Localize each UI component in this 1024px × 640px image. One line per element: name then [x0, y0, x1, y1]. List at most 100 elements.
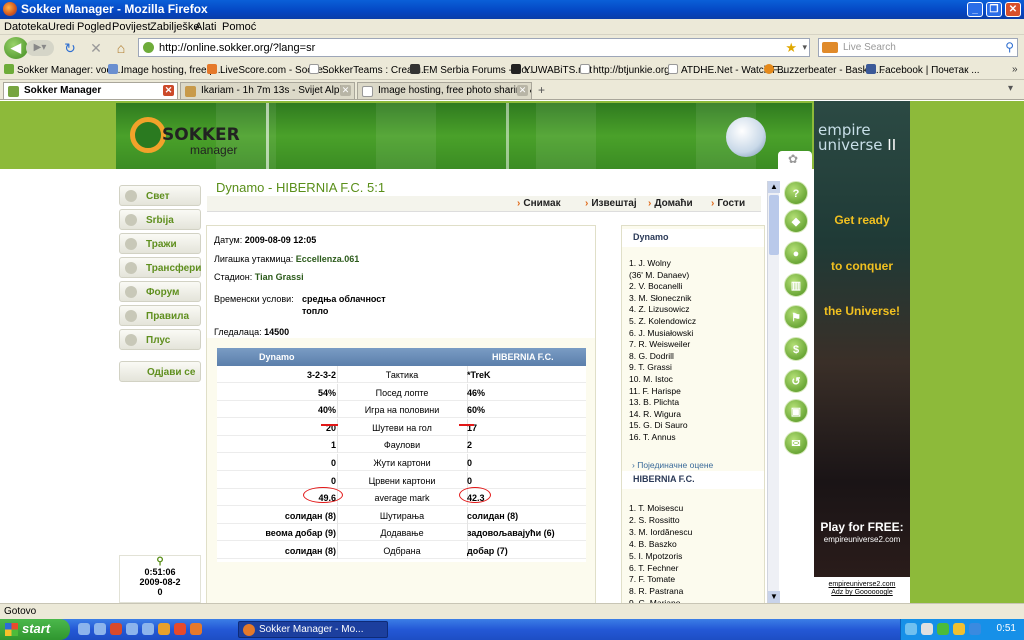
url-dropdown-icon[interactable]: ▾: [802, 42, 807, 53]
menu-zabiljeske[interactable]: Zabilješke: [150, 21, 200, 33]
sokker-logo[interactable]: SOKKER manager: [130, 113, 260, 159]
quicklaunch-icon[interactable]: [158, 623, 170, 635]
tab-report[interactable]: Извештај: [585, 198, 636, 209]
reload-icon[interactable]: ↻: [62, 40, 78, 56]
nav-transfers[interactable]: Трансфери: [119, 257, 201, 278]
player-link[interactable]: 2. V. Bocanelli: [629, 281, 683, 291]
ratings-link[interactable]: › Појединачне оцене: [632, 460, 713, 470]
nav-forum[interactable]: Форум: [119, 281, 201, 302]
away-team-name[interactable]: HIBERNIA F.C.: [492, 352, 554, 362]
player-link[interactable]: 1. J. Wolny: [629, 258, 671, 268]
nav-rules[interactable]: Правила: [119, 305, 201, 326]
new-tab-icon[interactable]: +: [538, 83, 545, 97]
tab-away[interactable]: Гости: [711, 198, 745, 209]
bookmark-item[interactable]: http://btjunkie.org: [580, 64, 670, 76]
menu-povijest[interactable]: Povijest: [112, 21, 151, 33]
advertisement-banner[interactable]: empire universe II Get ready to conquer t…: [814, 101, 910, 577]
bookmark-item[interactable]: Image hosting, free p...: [108, 64, 223, 76]
player-link[interactable]: 8. R. Pastrana: [629, 586, 683, 596]
player-link[interactable]: 10. M. Istoc: [629, 374, 673, 384]
bookmark-star-icon[interactable]: ★: [785, 40, 797, 56]
settings-tab[interactable]: ✿: [778, 151, 812, 169]
bookmark-item[interactable]: Facebook | Почетак ...: [866, 64, 980, 76]
forward-arrow-icon[interactable]: ▶▾: [26, 40, 54, 56]
player-link[interactable]: 11. F. Harispe: [629, 386, 681, 396]
player-link[interactable]: 1. T. Moisescu: [629, 503, 683, 513]
tray-icon[interactable]: [905, 623, 917, 635]
search-box[interactable]: Live Search ⚲: [818, 38, 1018, 57]
tab-sokker-manager[interactable]: Sokker Manager ✕: [3, 82, 178, 99]
league-link[interactable]: Eccellenza.061: [296, 254, 360, 264]
shield-icon[interactable]: ◆: [784, 209, 808, 233]
player-link[interactable]: 8. G. Dodrill: [629, 351, 674, 361]
tv-icon[interactable]: ▣: [784, 399, 808, 423]
tab-ikariam[interactable]: Ikariam - 1h 7m 13s - Svijet Alpha ✕: [180, 82, 355, 99]
tab-home[interactable]: Домаћи: [648, 198, 692, 209]
money-icon[interactable]: $: [784, 337, 808, 361]
player-link[interactable]: 4. Z. Lizusowicz: [629, 304, 689, 314]
quicklaunch-icon[interactable]: [142, 623, 154, 635]
player-link[interactable]: 15. G. Di Sauro: [629, 420, 688, 430]
quicklaunch-icon[interactable]: [110, 623, 122, 635]
scroll-up-icon[interactable]: ▲: [768, 181, 780, 193]
arrow-icon[interactable]: ↺: [784, 369, 808, 393]
nav-plus[interactable]: Плус: [119, 329, 201, 350]
tray-icon[interactable]: [969, 623, 981, 635]
player-link[interactable]: 6. J. Musiałowski: [629, 328, 693, 338]
ad-footer[interactable]: empireuniverse2.com Adz by Goooooogle: [814, 577, 910, 603]
search-engine-icon[interactable]: [822, 42, 838, 53]
player-link[interactable]: 16. T. Annus: [629, 432, 676, 442]
player-link[interactable]: 3. M. Słonecznik: [629, 293, 691, 303]
menu-pogled[interactable]: Pogled: [77, 21, 111, 33]
player-link[interactable]: 5. Z. Kolendowicz: [629, 316, 696, 326]
stadium-link[interactable]: Tian Grassi: [255, 272, 304, 282]
help-icon[interactable]: ?: [784, 181, 808, 205]
player-link[interactable]: (36' M. Danaev): [629, 270, 689, 280]
tab-replay[interactable]: Снимак: [517, 198, 560, 209]
url-text[interactable]: http://online.sokker.org/?lang=sr: [159, 42, 315, 54]
maximize-button[interactable]: ❐: [986, 2, 1002, 17]
quicklaunch-icon[interactable]: [190, 623, 202, 635]
player-link[interactable]: 3. M. Iordănescu: [629, 527, 692, 537]
quicklaunch-icon[interactable]: [78, 623, 90, 635]
tab-close-icon[interactable]: ✕: [163, 85, 174, 96]
home-team-name[interactable]: Dynamo: [259, 352, 295, 362]
player-link[interactable]: 6. T. Fechner: [629, 563, 678, 573]
bookmark-item[interactable]: Sokker Manager: voet...: [4, 64, 123, 76]
training-icon[interactable]: ⚑: [784, 305, 808, 329]
ball-icon[interactable]: ●: [784, 241, 808, 265]
page-scrollbar[interactable]: ▲ ▼: [767, 181, 780, 603]
menu-pomoc[interactable]: Pomoć: [222, 21, 256, 33]
player-link[interactable]: 14. R. Wigura: [629, 409, 681, 419]
tab-close-icon[interactable]: ✕: [340, 85, 351, 96]
tray-icon[interactable]: [937, 623, 949, 635]
tray-icon[interactable]: [953, 623, 965, 635]
taskbar-item-firefox[interactable]: Sokker Manager - Mo...: [238, 621, 388, 638]
menu-alati[interactable]: Alati: [195, 21, 216, 33]
search-icon[interactable]: ⚲: [1005, 40, 1014, 54]
quicklaunch-icon[interactable]: [174, 623, 186, 635]
home-icon[interactable]: ⌂: [113, 40, 129, 56]
start-button[interactable]: start: [0, 619, 70, 640]
tab-image-hosting[interactable]: Image hosting, free photo sharing & vi..…: [357, 82, 532, 99]
scroll-thumb[interactable]: [769, 195, 779, 255]
player-link[interactable]: 5. I. Mpotzoris: [629, 551, 682, 561]
tray-icon[interactable]: [921, 623, 933, 635]
logout-button[interactable]: Одјави се: [119, 361, 201, 382]
bookmarks-overflow-icon[interactable]: »: [1012, 64, 1018, 75]
menu-datoteka[interactable]: Datoteka: [4, 21, 48, 33]
tab-list-icon[interactable]: ▾: [1008, 83, 1013, 94]
nav-srbija[interactable]: Srbija: [119, 209, 201, 230]
scroll-down-icon[interactable]: ▼: [768, 591, 780, 603]
player-link[interactable]: 4. B. Baszko: [629, 539, 677, 549]
player-link[interactable]: 7. F. Tomate: [629, 574, 675, 584]
tab-close-icon[interactable]: ✕: [517, 85, 528, 96]
stadium-icon[interactable]: ▥: [784, 273, 808, 297]
player-link[interactable]: 7. R. Weisweiler: [629, 339, 690, 349]
back-arrow-icon[interactable]: ◀: [4, 37, 28, 59]
nav-world[interactable]: Свет: [119, 185, 201, 206]
nav-search[interactable]: Тражи: [119, 233, 201, 254]
player-link[interactable]: 13. B. Plichta: [629, 397, 679, 407]
menu-uredi[interactable]: Uredi: [48, 21, 74, 33]
close-button[interactable]: ✕: [1005, 2, 1021, 17]
